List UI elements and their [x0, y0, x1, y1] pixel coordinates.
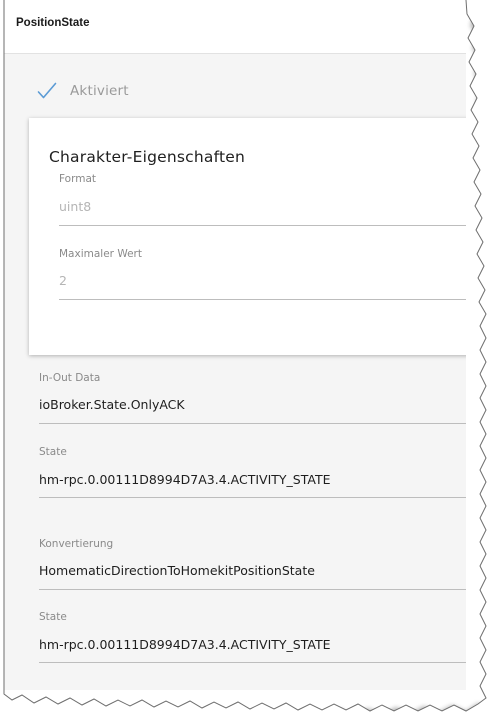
dialog-screenshot: PositionState Aktiviert Charakter-Eigens…: [0, 0, 503, 723]
torn-edge-shadow: [0, 0, 503, 723]
